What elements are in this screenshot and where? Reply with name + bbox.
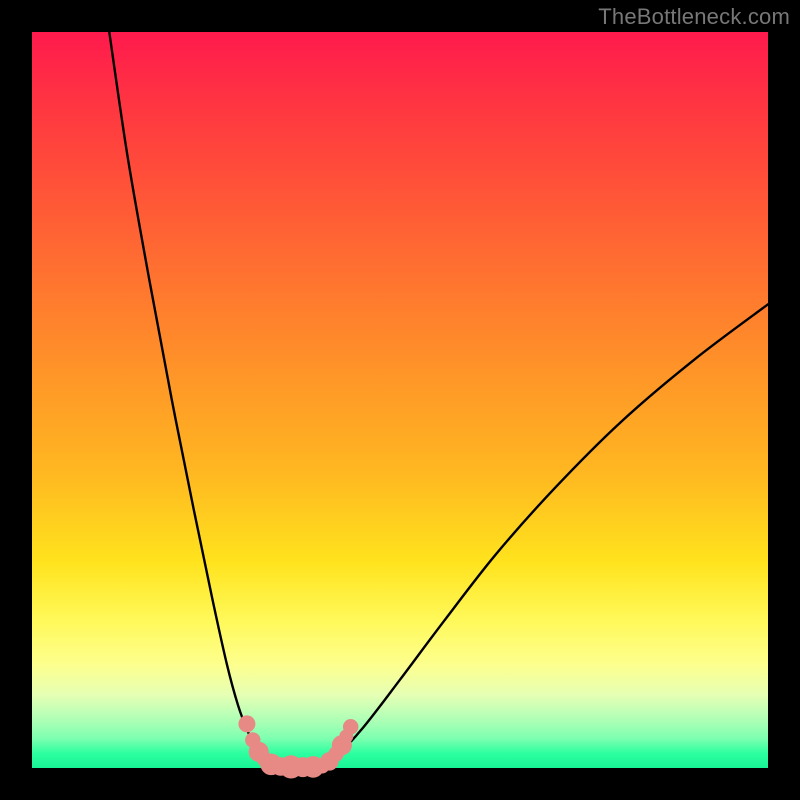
frame-border-left	[0, 0, 32, 800]
plot-area	[32, 32, 768, 768]
bottleneck-curve	[109, 32, 768, 767]
curve-marker	[343, 719, 358, 734]
curve-marker	[238, 715, 255, 732]
frame-border-bottom	[0, 768, 800, 800]
curve-svg	[32, 32, 768, 768]
watermark-text: TheBottleneck.com	[598, 4, 790, 30]
frame-border-right	[768, 0, 800, 800]
